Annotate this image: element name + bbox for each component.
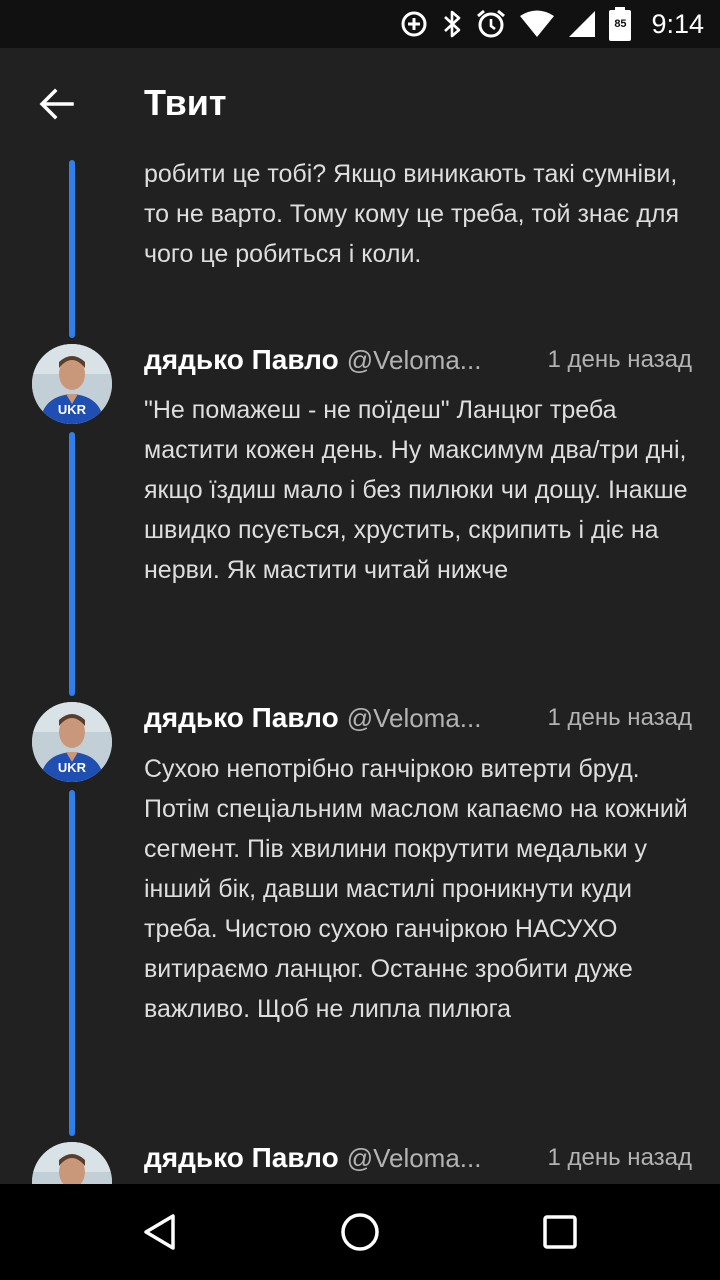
back-button[interactable] xyxy=(24,72,88,136)
app-bar: Твит xyxy=(0,48,720,160)
avatar-jersey-text: UKR xyxy=(58,760,87,775)
tweet-timestamp: 1 день назад xyxy=(547,1144,692,1171)
author-name[interactable]: дядько Павло xyxy=(144,344,339,376)
nav-home-button[interactable] xyxy=(328,1200,392,1264)
avatar[interactable]: UKR xyxy=(32,702,112,782)
avatar-jersey-text: UKR xyxy=(58,402,87,417)
tweet-header: дядько Павло @Veloma... 1 день назад xyxy=(144,340,692,380)
wifi-icon xyxy=(520,10,555,37)
page-title: Твит xyxy=(144,82,227,123)
author-handle[interactable]: @Veloma... xyxy=(347,703,482,734)
tweet-header: дядько Павло @Veloma... 1 день назад xyxy=(144,698,692,738)
tweet-text[interactable]: "Не помажеш - не поїдеш" Ланцюг треба ма… xyxy=(144,390,696,590)
tweet-timestamp: 1 день назад xyxy=(547,346,692,373)
tweet-header: дядько Павло @Veloma... 1 день назад xyxy=(144,1138,692,1178)
battery-level: 85 xyxy=(614,18,627,30)
avatar-photo: UKR xyxy=(32,344,112,424)
navigation-bar xyxy=(0,1184,720,1280)
recents-square-icon xyxy=(543,1215,577,1249)
nav-back-button[interactable] xyxy=(128,1200,192,1264)
tweet-text-partial[interactable]: робити це тобі? Якщо виникають такі сумн… xyxy=(144,160,696,274)
avatar[interactable]: UKR xyxy=(32,344,112,424)
arrow-back-icon xyxy=(39,88,74,120)
tweet-timestamp: 1 день назад xyxy=(547,704,692,731)
back-triangle-icon xyxy=(144,1214,175,1250)
thread-line xyxy=(69,432,75,696)
author-handle[interactable]: @Veloma... xyxy=(347,345,482,376)
bluetooth-icon xyxy=(444,10,461,38)
tweet-text[interactable]: Сухою непотрібно ганчіркою витерти бруд.… xyxy=(144,749,696,1029)
tweet-thread[interactable]: робити це тобі? Якщо виникають такі сумн… xyxy=(0,160,720,1184)
avatar-photo: UKR xyxy=(32,702,112,782)
battery-icon: 85 xyxy=(609,7,632,41)
author-handle[interactable]: @Veloma... xyxy=(347,1143,482,1174)
thread-line xyxy=(69,790,75,1136)
status-time: 9:14 xyxy=(651,8,704,39)
avatar[interactable] xyxy=(32,1142,112,1184)
avatar-photo xyxy=(32,1142,112,1184)
signal-icon xyxy=(569,11,596,37)
author-name[interactable]: дядько Павло xyxy=(144,1142,339,1174)
alarm-icon xyxy=(477,9,506,38)
status-bar: 85 9:14 xyxy=(0,0,720,48)
home-circle-icon xyxy=(341,1213,379,1251)
nav-recents-button[interactable] xyxy=(528,1200,592,1264)
author-name[interactable]: дядько Павло xyxy=(144,702,339,734)
status-icons: 85 9:14 xyxy=(399,0,704,48)
thread-line xyxy=(69,160,75,338)
data-saver-icon xyxy=(401,11,427,37)
